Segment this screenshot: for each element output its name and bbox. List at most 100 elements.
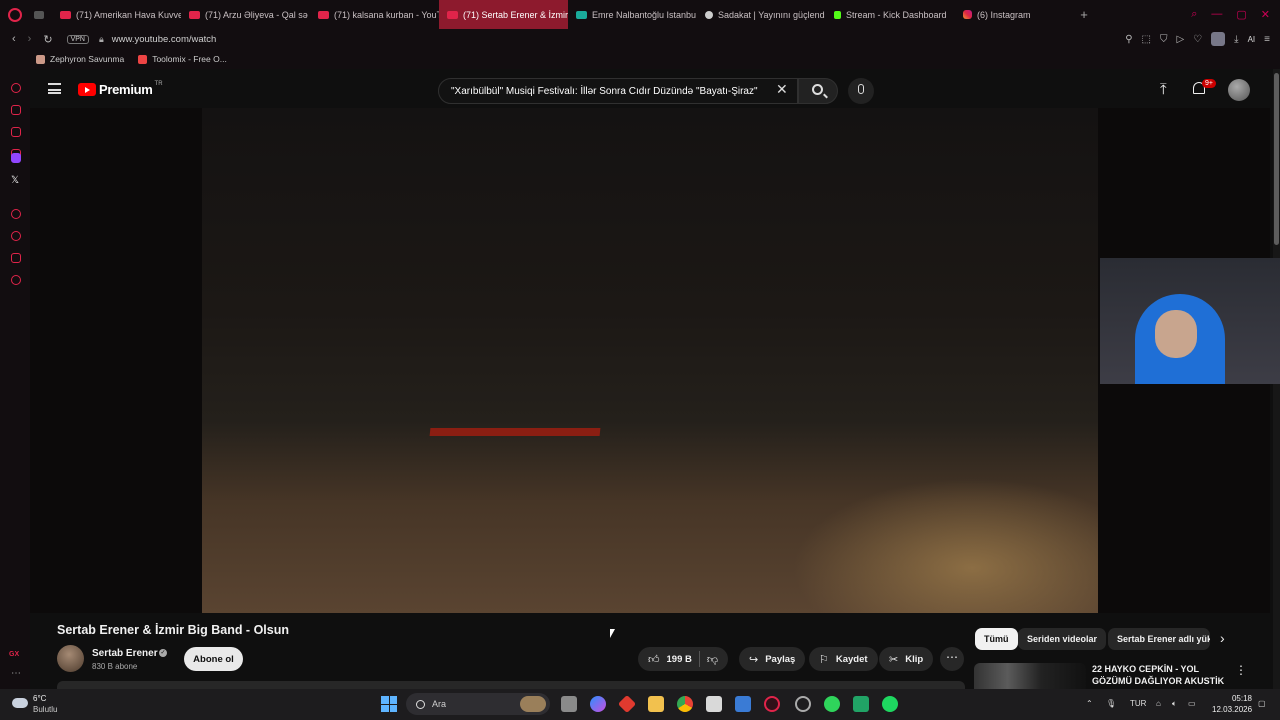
reload-icon[interactable]: ↻	[43, 33, 52, 46]
description-box[interactable]	[57, 681, 965, 689]
language-indicator[interactable]: TUR	[1130, 699, 1146, 708]
player-icon[interactable]	[11, 209, 21, 219]
account-avatar[interactable]	[1228, 79, 1250, 101]
obs-icon[interactable]	[795, 696, 811, 712]
search-input[interactable]: "Xarıbülbül" Musiqi Festivalı: İllər Son…	[438, 78, 798, 104]
like-count[interactable]: 199 B	[667, 654, 692, 665]
task-view-icon[interactable]	[561, 696, 577, 712]
upload-icon[interactable]: ⤒	[1160, 81, 1167, 98]
settings-gear-icon[interactable]	[11, 275, 21, 285]
weather-temperature[interactable]: 6°C	[33, 694, 46, 703]
tray-overflow-icon[interactable]: ⌃	[1086, 699, 1093, 708]
chip-uploaded-by[interactable]: Sertab Erener adlı yük	[1108, 628, 1210, 650]
more-actions-button[interactable]: ⋯	[940, 647, 964, 671]
url-field[interactable]: www.youtube.com/watch	[112, 34, 217, 45]
tab-kick-dashboard[interactable]: Stream - Kick Dashboard	[826, 0, 955, 29]
volume-icon[interactable]: 🔈︎	[1172, 699, 1177, 709]
maximize-icon[interactable]: ▢	[1236, 8, 1246, 21]
network-icon[interactable]: ⌂	[1156, 699, 1161, 708]
channel-avatar[interactable]	[57, 645, 84, 672]
bookmark-toolomix[interactable]: Toolomix - Free O...	[138, 54, 227, 64]
tab-sadakat[interactable]: Sadakat | Yayınını güçlend	[697, 0, 826, 29]
kanban-icon	[576, 10, 587, 19]
video-player[interactable]	[30, 108, 1270, 613]
more-icon[interactable]: ⋯	[11, 669, 21, 679]
history-icon[interactable]	[11, 231, 21, 241]
youtube-premium-logo[interactable]: Premium TR	[78, 81, 163, 97]
spreadsheet-icon[interactable]	[853, 696, 869, 712]
address-bar: ‹ › ↻ VPN 🔒︎ www.youtube.com/watch ⚲ ⬚ ⛉…	[0, 29, 1280, 49]
easy-setup-icon[interactable]: ≡	[1264, 34, 1270, 45]
gx-corner-icon[interactable]	[11, 105, 21, 115]
download-icon[interactable]: ⤓	[1234, 34, 1238, 45]
chips-next-chevron-icon[interactable]: ›	[1220, 630, 1225, 646]
voice-search-button[interactable]	[848, 78, 874, 104]
opera-gx-taskbar-icon[interactable]	[764, 696, 780, 712]
extensions-icon[interactable]	[11, 253, 21, 263]
minimize-icon[interactable]: —	[1211, 8, 1222, 21]
taskbar-search[interactable]: Ara	[406, 693, 550, 715]
search-button[interactable]	[798, 78, 838, 104]
subscribe-button[interactable]: Abone ol	[184, 647, 243, 671]
lock-icon[interactable]: 🔒︎	[99, 34, 104, 45]
hamburger-menu-icon[interactable]	[48, 83, 61, 94]
adblock-shield-icon[interactable]: ⛉	[1160, 34, 1168, 45]
window-controls: ⌕ — ▢ ✕	[1191, 8, 1280, 21]
tab-overview[interactable]	[30, 0, 52, 29]
new-tab-button[interactable]: +	[1074, 7, 1094, 22]
video-frame[interactable]	[202, 108, 1098, 613]
gx-cleaner-icon[interactable]	[11, 127, 21, 137]
microphone-tray-icon[interactable]: 🎙︎	[1106, 699, 1116, 708]
save-button[interactable]: ⚐ Kaydet	[809, 647, 878, 671]
microsoft-store-icon[interactable]	[706, 696, 722, 712]
close-icon[interactable]: ✕	[1261, 8, 1270, 21]
tab-emre-nalbantoglu[interactable]: Emre Nalbantoğlu Istanbu	[568, 0, 697, 29]
copilot-icon[interactable]	[590, 696, 606, 712]
tab-kalsana-kurban[interactable]: (71) kalsana kurban - YouT	[310, 0, 439, 29]
snapshot-icon[interactable]: ⬚	[1142, 34, 1151, 45]
vpn-badge[interactable]: VPN	[66, 34, 89, 44]
profile-avatar[interactable]	[1211, 32, 1226, 46]
mail-icon[interactable]	[735, 696, 751, 712]
youtube-icon	[189, 10, 200, 19]
aria-ai-button[interactable]: AI	[1248, 35, 1256, 44]
recommendation-thumbnail[interactable]	[974, 663, 1086, 689]
chip-series-videos[interactable]: Seriden videolar	[1018, 628, 1107, 650]
bookmark-zephyron[interactable]: Zephyron Savunma	[36, 54, 124, 64]
chip-all[interactable]: Tümü	[975, 628, 1018, 650]
windows-start-icon[interactable]	[381, 696, 397, 712]
twitch-icon[interactable]	[11, 153, 21, 163]
channel-name[interactable]: Sertab Erener	[92, 648, 158, 659]
dislike-thumb-icon[interactable]: 👎︎	[707, 653, 718, 666]
chrome-icon[interactable]	[677, 696, 693, 712]
weather-condition[interactable]: Bulutlu	[33, 705, 57, 714]
player-icon[interactable]: ▷	[1177, 34, 1185, 45]
tab-sertab-erener[interactable]: (71) Sertab Erener & İzmir	[439, 0, 568, 29]
system-clock[interactable]: 05:18 12.03.2026	[1212, 693, 1252, 715]
x-twitter-icon[interactable]: 𝕏	[11, 176, 21, 186]
forward-icon[interactable]: ›	[28, 33, 32, 45]
clear-search-icon[interactable]: ✕	[776, 82, 788, 96]
file-explorer-icon[interactable]	[648, 696, 664, 712]
red-app-icon[interactable]	[617, 694, 637, 714]
recommendation-menu-icon[interactable]: ⋮	[1235, 663, 1247, 677]
cloud-icon[interactable]	[12, 698, 28, 708]
like-thumb-icon[interactable]: 👍︎	[648, 653, 660, 666]
tab-instagram[interactable]: (6) Instagram	[955, 0, 1070, 29]
tab-amerikan-hava[interactable]: (71) Amerikan Hava Kuvve	[52, 0, 181, 29]
opera-gx-logo[interactable]	[0, 0, 30, 29]
notification-center-icon[interactable]: ▢	[1258, 699, 1266, 708]
pin-icon[interactable]: ⚲	[1125, 34, 1132, 45]
page-scrollbar-thumb[interactable]	[1274, 73, 1279, 245]
tab-arzu-eliyeva[interactable]: (71) Arzu Əliyeva - Qal sə	[181, 0, 310, 29]
webcam-overlay	[1100, 258, 1280, 384]
heart-icon[interactable]: ♡	[1193, 34, 1202, 45]
battery-icon[interactable]: ▭	[1188, 699, 1196, 708]
share-button[interactable]: ↪ Paylaş	[739, 647, 806, 671]
search-tabs-icon[interactable]: ⌕	[1191, 8, 1197, 21]
green-app-icon[interactable]	[824, 696, 840, 712]
spotify-icon[interactable]	[882, 696, 898, 712]
back-icon[interactable]: ‹	[12, 33, 16, 45]
gx-control-icon[interactable]	[11, 83, 21, 93]
clip-button[interactable]: ✂ Klip	[879, 647, 934, 671]
